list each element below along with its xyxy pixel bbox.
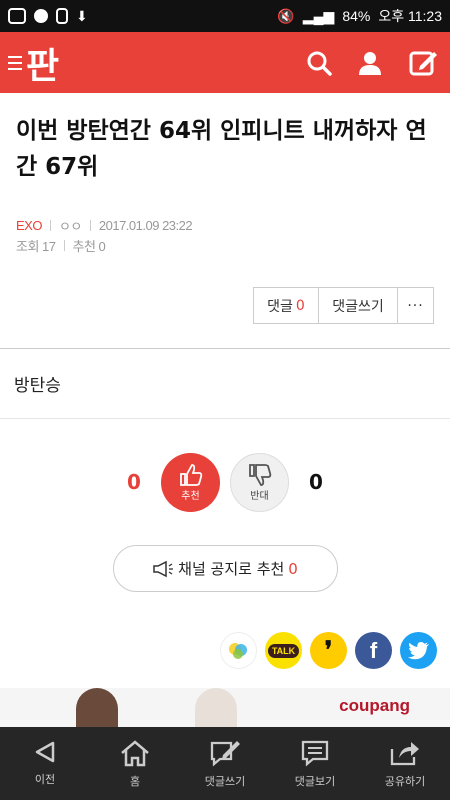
more-button[interactable]: ··· bbox=[398, 288, 433, 323]
post-title: 이번 방탄연간 64위 인피니트 내꺼하자 연간 67위 bbox=[16, 118, 427, 180]
thumbs-up-icon bbox=[179, 463, 202, 486]
thumbs-down-icon bbox=[248, 463, 271, 486]
menu-icon[interactable] bbox=[8, 55, 22, 70]
comments-count: 0 bbox=[295, 297, 305, 314]
download-icon: ⬇ bbox=[76, 7, 88, 24]
nav-home[interactable]: 홈 bbox=[90, 727, 180, 800]
kakaotalk-icon[interactable]: TALK bbox=[265, 632, 302, 669]
user-icon[interactable] bbox=[356, 49, 384, 77]
twitter-icon[interactable] bbox=[400, 632, 437, 669]
channel-notice-button[interactable]: 채널 공지로 추천 0 bbox=[112, 545, 338, 592]
mute-icon: 🔇 bbox=[277, 7, 295, 24]
post-meta: EXO ㅇㅇ 2017.01.09 23:22 조회 17 추천 0 bbox=[0, 185, 450, 255]
post-author[interactable]: ㅇㅇ bbox=[59, 216, 82, 235]
share-icon bbox=[390, 742, 419, 766]
notice-count: 0 bbox=[288, 559, 298, 578]
comment-button-group: 댓글 0 댓글쓰기 ··· bbox=[253, 287, 434, 324]
downvote-button[interactable]: 반대 bbox=[230, 452, 289, 512]
ad-image bbox=[195, 688, 237, 727]
vote-section: 0 추천 반대 0 bbox=[0, 452, 450, 512]
status-bar: ⬇ 🔇 ▂▄▆ 84% 오후 11:23 bbox=[0, 0, 450, 32]
band-icon[interactable]: ❜ bbox=[310, 632, 347, 669]
post-datetime: 2017.01.09 23:22 bbox=[98, 217, 193, 233]
phone-icon bbox=[56, 8, 68, 24]
bottom-nav: 이전 홈 댓글쓰기 댓글보기 공유하기 bbox=[0, 727, 450, 800]
downvote-count: 0 bbox=[309, 470, 323, 494]
post-body: 방탄승 bbox=[14, 376, 61, 396]
upvote-count: 0 bbox=[127, 470, 141, 494]
write-comment-button[interactable]: 댓글쓰기 bbox=[319, 288, 398, 323]
view-count: 조회 17 bbox=[16, 238, 56, 254]
nav-view-comments[interactable]: 댓글보기 bbox=[270, 727, 360, 800]
search-icon[interactable] bbox=[306, 50, 332, 76]
ad-banner[interactable]: coupang bbox=[0, 688, 450, 727]
compose-icon[interactable] bbox=[408, 48, 438, 78]
app-header: 판 bbox=[0, 32, 450, 93]
app-logo[interactable]: 판 bbox=[26, 37, 59, 89]
facebook-icon[interactable]: f bbox=[355, 632, 392, 669]
kakaostory-icon[interactable] bbox=[220, 632, 257, 669]
nav-write-comment[interactable]: 댓글쓰기 bbox=[180, 727, 270, 800]
clock: 오후 11:23 bbox=[378, 8, 442, 24]
comments-button[interactable]: 댓글 0 bbox=[254, 288, 319, 323]
divider bbox=[0, 418, 450, 419]
back-arrow-icon bbox=[35, 741, 55, 763]
nav-back[interactable]: 이전 bbox=[0, 727, 90, 800]
view-comments-icon bbox=[301, 740, 329, 767]
battery-text: 84% bbox=[342, 8, 371, 24]
share-bar: TALK ❜ f bbox=[0, 592, 450, 669]
nav-share[interactable]: 공유하기 bbox=[360, 727, 450, 800]
megaphone-icon bbox=[153, 560, 174, 577]
notification-icon bbox=[34, 9, 48, 23]
recommend-count: 추천 0 bbox=[72, 238, 106, 254]
ad-brand: coupang bbox=[339, 696, 410, 715]
signal-icon: ▂▄▆ bbox=[302, 7, 335, 24]
ad-image bbox=[76, 688, 118, 727]
post-category[interactable]: EXO bbox=[16, 218, 42, 233]
upvote-button[interactable]: 추천 bbox=[161, 452, 220, 512]
write-comment-icon bbox=[210, 741, 240, 767]
home-icon bbox=[121, 740, 149, 767]
message-icon bbox=[8, 8, 26, 24]
